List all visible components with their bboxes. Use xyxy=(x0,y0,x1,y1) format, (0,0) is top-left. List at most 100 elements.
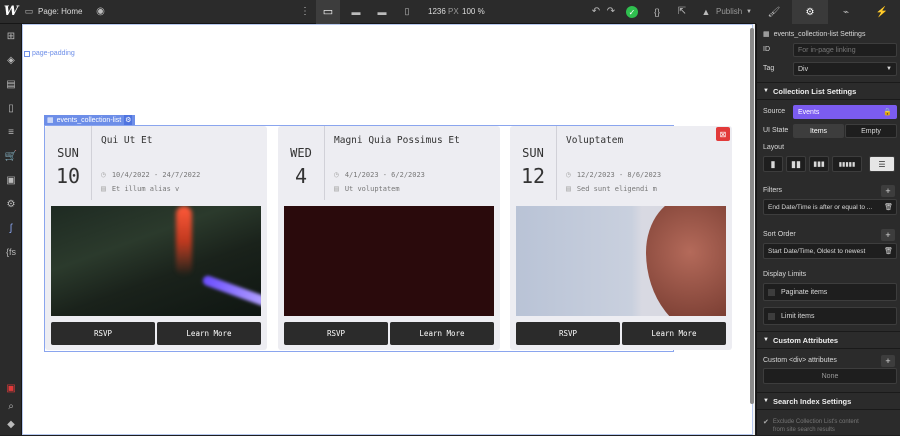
check-success-icon[interactable]: ✓ xyxy=(626,6,638,18)
event-title: Magni Quia Possimus Et xyxy=(334,135,460,146)
search-index-settings-header[interactable]: ▼ Search Index Settings xyxy=(757,392,900,410)
source-label: Source xyxy=(763,108,786,115)
webflow-logo-icon[interactable]: W xyxy=(0,0,22,24)
lightning-icon[interactable]: ⚡ xyxy=(864,0,900,24)
publish-icon[interactable]: ▲ xyxy=(700,0,712,24)
collapse-caret-icon: ▼ xyxy=(763,398,769,404)
collection-settings-gear-icon[interactable]: ⚙ xyxy=(124,115,133,125)
filter-item[interactable]: End Date/Time is after or equal to ... 🗑 xyxy=(763,199,897,215)
finsweet-fs-icon[interactable]: {fs xyxy=(0,240,22,264)
mobile-landscape-icon[interactable]: ▬ xyxy=(374,0,390,24)
cms-database-icon[interactable]: ≡ xyxy=(0,120,22,144)
id-input[interactable]: For in-page linking xyxy=(793,43,897,57)
source-field[interactable]: Events 🔒 xyxy=(793,105,897,119)
checkbox-icon xyxy=(768,312,775,320)
undo-icon[interactable]: ↶ xyxy=(590,0,602,24)
lock-icon: 🔒 xyxy=(883,109,892,116)
page-padding-label[interactable]: page-padding xyxy=(24,50,75,57)
event-weekday: WED xyxy=(290,146,312,160)
export-icon[interactable]: ⇱ xyxy=(675,0,689,24)
display-limits-label: Display Limits xyxy=(763,271,807,278)
event-card[interactable]: SUN 10 Qui Ut Et ◷ 10/4/2022 - 24/7/2022… xyxy=(45,126,267,350)
trash-icon[interactable]: 🗑 xyxy=(884,247,893,255)
collection-list-tag[interactable]: ▦ events_collection-list ⚙ xyxy=(44,115,136,125)
custom-attributes-header[interactable]: ▼ Custom Attributes xyxy=(757,331,900,349)
layout-2col-option[interactable]: ▮▮ xyxy=(786,156,806,172)
collection-list-icon: ▦ xyxy=(763,31,770,38)
more-options-icon[interactable]: ⋮ xyxy=(300,0,310,24)
event-title: Qui Ut Et xyxy=(101,135,153,146)
learn-more-button[interactable]: Learn More xyxy=(390,322,494,345)
style-brush-icon[interactable]: 🖌 xyxy=(756,0,792,24)
layout-1col-option[interactable]: ▮ xyxy=(763,156,783,172)
event-dates: 10/4/2022 - 24/7/2022 xyxy=(111,170,201,179)
preview-eye-icon[interactable]: ◉ xyxy=(90,6,110,17)
trash-icon[interactable]: 🗑 xyxy=(884,203,893,211)
collection-list-settings-header[interactable]: ▼ Collection List Settings xyxy=(757,82,900,100)
event-card[interactable]: SUN 12 Voluptatem ◷ 12/2/2023 - 8/6/2023… xyxy=(510,126,732,350)
rsvp-button[interactable]: RSVP xyxy=(284,322,388,345)
navigator-icon[interactable]: ▯ xyxy=(0,96,22,120)
code-icon[interactable]: {} xyxy=(650,0,664,24)
layout-list-option[interactable]: ☰ xyxy=(869,156,895,172)
layout-multicol-option[interactable]: ▮▮▮▮▮ xyxy=(832,156,862,172)
canvas-width-unit: PX xyxy=(448,7,459,16)
learn-more-button[interactable]: Learn More xyxy=(157,322,261,345)
assets-icon[interactable]: ▣ xyxy=(0,168,22,192)
add-sort-button[interactable]: + xyxy=(881,229,895,241)
rsvp-button[interactable]: RSVP xyxy=(516,322,620,345)
summary-icon: ▤ xyxy=(334,184,339,193)
event-weekday: SUN xyxy=(57,146,79,160)
event-summary-row: ▤ Et illum alias v xyxy=(101,184,179,193)
canvas-scrollbar[interactable] xyxy=(750,28,754,404)
event-image xyxy=(51,206,261,316)
page-selector[interactable]: Page: Home xyxy=(38,7,82,16)
add-element-icon[interactable]: ⊞ xyxy=(0,24,22,48)
site-settings-gear-icon[interactable]: ⚙ xyxy=(0,192,22,216)
sort-order-label: Sort Order xyxy=(763,231,796,238)
summary-icon: ▤ xyxy=(566,184,571,193)
layout-3col-option[interactable]: ▮▮▮ xyxy=(809,156,829,172)
pages-icon[interactable]: ▤ xyxy=(0,72,22,96)
mobile-portrait-icon[interactable]: ▯ xyxy=(400,0,414,24)
exclude-search-checkbox[interactable]: ✔ Exclude Collection List's content from… xyxy=(763,418,897,434)
event-weekday: SUN xyxy=(522,146,544,160)
components-cube-icon[interactable]: ◈ xyxy=(0,48,22,72)
panel-title: events_collection-list Settings xyxy=(773,30,866,38)
desktop-breakpoint-icon[interactable]: ▭ xyxy=(316,0,340,24)
checkbox-icon xyxy=(768,288,775,296)
ui-state-items-button[interactable]: Items xyxy=(793,124,844,138)
clock-icon: ◷ xyxy=(566,170,571,179)
interactions-icon[interactable]: ⌁ xyxy=(828,0,864,24)
paginate-items-checkbox[interactable]: Paginate items xyxy=(763,283,897,301)
collapse-caret-icon: ▼ xyxy=(763,88,769,94)
event-date-block: WED 4 xyxy=(278,126,325,200)
apps-icon[interactable]: ◆ xyxy=(0,412,22,436)
event-dates: 4/1/2023 - 6/2/2023 xyxy=(344,170,425,179)
event-summary: Et illum alias v xyxy=(111,184,180,193)
warning-broken-icon[interactable]: ⊠ xyxy=(716,127,730,141)
tag-select[interactable]: Div ▼ xyxy=(793,62,897,76)
ui-state-empty-button[interactable]: Empty xyxy=(845,124,897,138)
redo-icon[interactable]: ↷ xyxy=(605,0,617,24)
event-summary: Sed sunt eligendi m xyxy=(576,184,657,193)
summary-icon: ▤ xyxy=(101,184,106,193)
settings-gear-icon[interactable]: ⚙ xyxy=(792,0,828,24)
publish-button[interactable]: Publish xyxy=(716,7,742,16)
rsvp-button[interactable]: RSVP xyxy=(51,322,155,345)
logic-icon[interactable]: ʃ xyxy=(0,216,22,240)
event-date-block: SUN 12 xyxy=(510,126,557,200)
sort-item[interactable]: Start Date/Time, Oldest to newest 🗑 xyxy=(763,243,897,259)
tablet-breakpoint-icon[interactable]: ▬ xyxy=(348,0,364,24)
light-streak-red xyxy=(176,206,192,276)
add-filter-button[interactable]: + xyxy=(881,185,895,197)
event-card[interactable]: WED 4 Magni Quia Possimus Et ◷ 4/1/2023 … xyxy=(278,126,500,350)
zoom-level: 100 % xyxy=(462,7,485,16)
canvas-width[interactable]: 1236 xyxy=(428,7,446,16)
learn-more-button[interactable]: Learn More xyxy=(622,322,726,345)
id-label: ID xyxy=(763,46,770,53)
ecommerce-cart-icon[interactable]: 🛒 xyxy=(0,144,22,168)
add-attribute-button[interactable]: + xyxy=(881,355,895,367)
limit-items-checkbox[interactable]: Limit items xyxy=(763,307,897,325)
publish-chevron-icon[interactable]: ▼ xyxy=(745,0,753,24)
